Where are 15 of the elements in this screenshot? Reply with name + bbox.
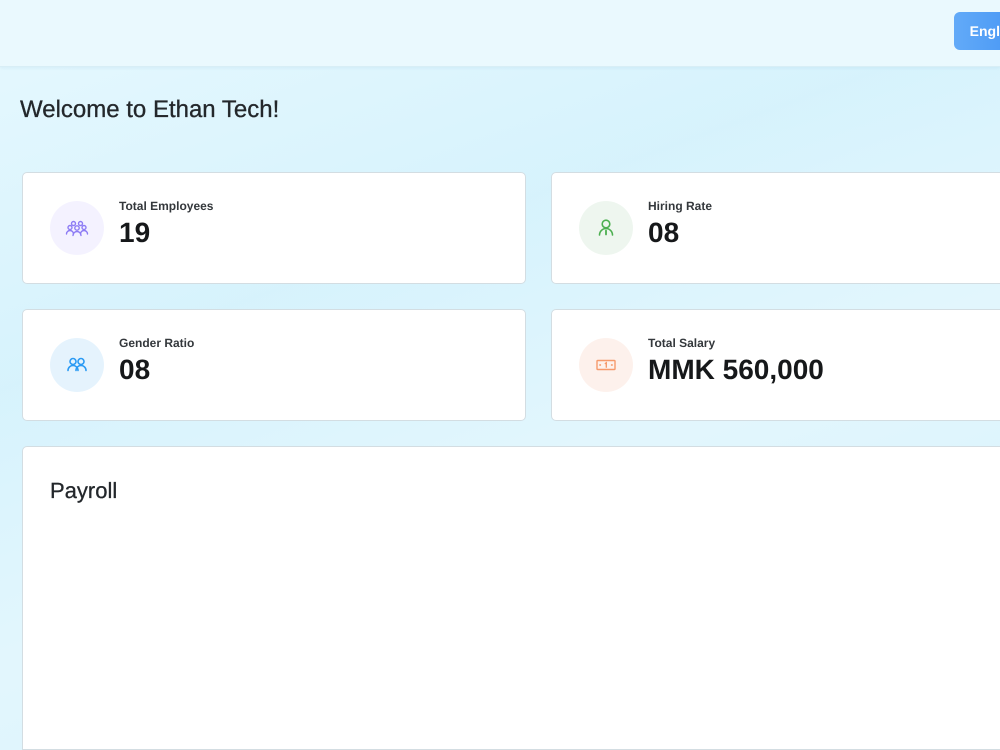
language-button[interactable]: Engl [954,12,1000,50]
banknote-icon [579,338,633,392]
stat-label: Total Employees [119,199,214,214]
stat-value: 08 [648,217,680,249]
person-tie-icon [579,201,633,255]
welcome-heading: Welcome to Ethan Tech! [20,95,280,125]
stat-label: Total Salary [648,336,716,351]
stat-value: 19 [119,217,150,249]
payroll-title: Payroll [50,477,118,505]
stat-label: Gender Ratio [119,336,194,351]
stat-label: Hiring Rate [648,199,712,214]
stat-value: MMK 560,000 [648,354,824,386]
stat-value: 08 [119,354,150,386]
people-group-icon [50,201,104,255]
two-people-icon [50,338,104,392]
